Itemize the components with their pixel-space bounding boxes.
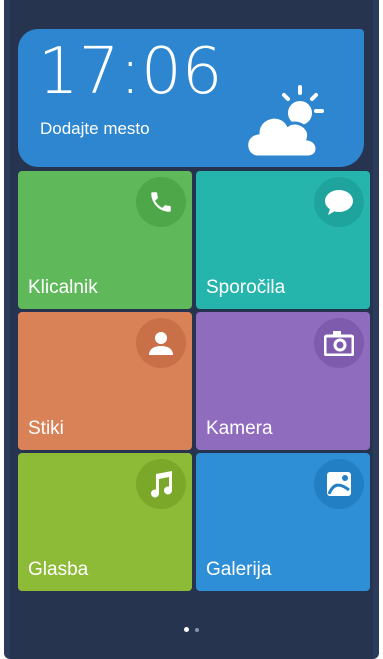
tile-messages[interactable]: Sporočila	[196, 171, 370, 309]
tile-label: Stiki	[28, 418, 64, 439]
gallery-icon	[314, 459, 364, 509]
location-label[interactable]: Dodajte mesto	[40, 119, 150, 139]
tile-label: Galerija	[206, 559, 272, 580]
message-icon	[314, 177, 364, 227]
phone-icon	[136, 177, 186, 227]
tile-dialer[interactable]: Klicalnik	[18, 171, 192, 309]
tile-label: Sporočila	[206, 277, 286, 298]
contact-icon	[136, 318, 186, 368]
music-icon	[136, 459, 186, 509]
tile-label: Glasba	[28, 559, 89, 580]
camera-icon	[314, 318, 364, 368]
tile-music[interactable]: Glasba	[18, 453, 192, 591]
tile-label: Kamera	[206, 418, 273, 439]
clock-time: 17:06	[38, 35, 223, 109]
tile-camera[interactable]: Kamera	[196, 312, 370, 450]
page-indicator[interactable]	[0, 619, 383, 637]
page-dot-active	[184, 627, 189, 632]
clock-weather-widget[interactable]: 17:06 Dodajte mesto	[18, 29, 364, 167]
tile-contacts[interactable]: Stiki	[18, 312, 192, 450]
partly-sunny-icon	[245, 85, 324, 159]
tile-label: Klicalnik	[28, 277, 98, 298]
tile-gallery[interactable]: Galerija	[196, 453, 370, 591]
page-dot	[195, 628, 199, 632]
